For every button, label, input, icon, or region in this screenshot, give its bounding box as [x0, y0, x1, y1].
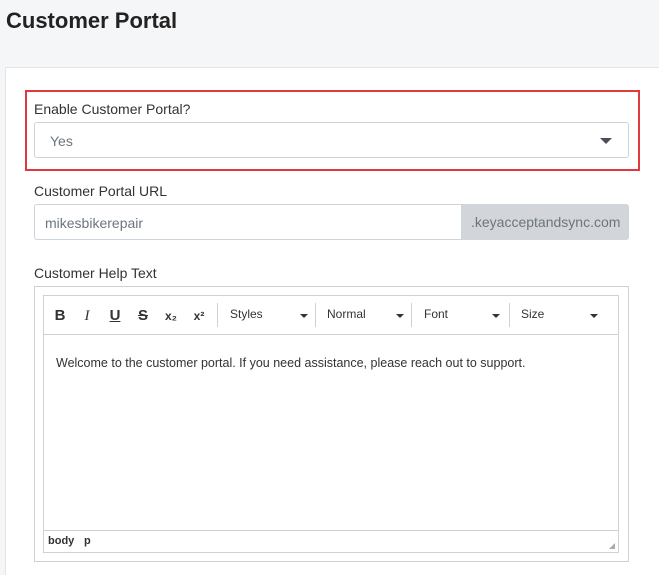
strikethrough-button[interactable]: S — [132, 305, 154, 327]
toolbar-divider — [509, 303, 510, 327]
bold-button[interactable]: B — [49, 305, 71, 327]
portal-url-value: mikesbikerepair — [45, 215, 144, 231]
portal-url-suffix: .keyacceptandsync.com — [461, 204, 629, 240]
size-dropdown[interactable]: Size — [521, 307, 544, 321]
chevron-down-icon — [600, 138, 612, 144]
portal-url-input[interactable]: mikesbikerepair — [34, 204, 461, 240]
editor-toolbar: B I U S x₂ x² Styles Normal Font Size — [44, 296, 618, 335]
help-text-label: Customer Help Text — [34, 265, 157, 281]
toolbar-divider — [411, 303, 412, 327]
path-p[interactable]: p — [84, 535, 91, 547]
editor-statusbar: body p — [44, 530, 618, 552]
resize-handle-icon[interactable] — [609, 543, 615, 549]
portal-url-label: Customer Portal URL — [34, 183, 168, 199]
editor-frame: B I U S x₂ x² Styles Normal Font Size We… — [43, 295, 619, 553]
chevron-down-icon — [396, 314, 404, 318]
portal-url-group: mikesbikerepair .keyacceptandsync.com — [34, 204, 629, 240]
help-text-editor: B I U S x₂ x² Styles Normal Font Size We… — [34, 286, 629, 562]
chevron-down-icon — [492, 314, 500, 318]
styles-dropdown[interactable]: Styles — [230, 307, 263, 321]
page-title: Customer Portal — [6, 8, 178, 33]
italic-button[interactable]: I — [76, 305, 98, 327]
chevron-down-icon — [590, 314, 598, 318]
toolbar-divider — [217, 303, 218, 327]
editor-content[interactable]: Welcome to the customer portal. If you n… — [56, 356, 525, 370]
enable-portal-select[interactable]: Yes — [34, 122, 629, 158]
font-dropdown[interactable]: Font — [424, 307, 448, 321]
superscript-button[interactable]: x² — [188, 305, 210, 327]
enable-portal-value: Yes — [50, 133, 73, 149]
path-body[interactable]: body — [48, 535, 74, 547]
toolbar-divider — [315, 303, 316, 327]
chevron-down-icon — [300, 314, 308, 318]
enable-portal-label: Enable Customer Portal? — [34, 101, 191, 117]
format-dropdown[interactable]: Normal — [327, 307, 366, 321]
subscript-button[interactable]: x₂ — [160, 305, 182, 327]
underline-button[interactable]: U — [104, 305, 126, 327]
